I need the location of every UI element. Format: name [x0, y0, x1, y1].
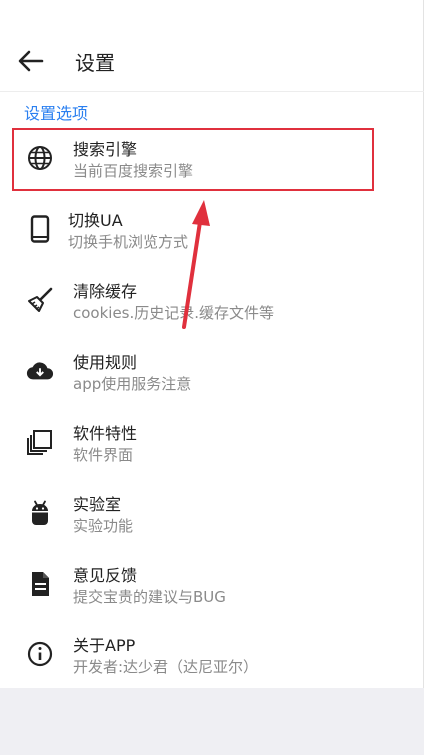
settings-item-lab[interactable]: 实验室 实验功能	[0, 485, 424, 545]
item-subtitle: 实验功能	[73, 517, 134, 535]
cloud-download-icon	[26, 357, 54, 385]
item-title: 意见反馈	[73, 566, 138, 585]
phone-icon	[26, 215, 54, 243]
arrow-left-icon	[18, 50, 44, 72]
app-bar: 设置	[0, 0, 424, 92]
globe-icon	[26, 144, 54, 172]
item-subtitle: 提交宝贵的建议与BUG	[73, 588, 226, 606]
settings-item-usage-rules[interactable]: 使用规则 app使用服务注意	[0, 343, 424, 403]
item-title: 实验室	[73, 495, 122, 514]
back-button[interactable]	[14, 44, 48, 78]
settings-sheet: 设置 设置选项 搜索引擎 当前百度搜索引擎 切换UA 切换手机浏览方式 清除缓存…	[0, 0, 424, 688]
settings-item-search-engine[interactable]: 搜索引擎 当前百度搜索引擎	[0, 130, 424, 190]
broom-icon	[26, 286, 54, 314]
page-title: 设置	[75, 51, 115, 75]
item-title: 切换UA	[68, 211, 123, 230]
item-subtitle: 当前百度搜索引擎	[73, 162, 194, 180]
item-subtitle: app使用服务注意	[73, 375, 192, 393]
item-subtitle: cookies.历史记录.缓存文件等	[73, 304, 275, 322]
settings-item-software-features[interactable]: 软件特性 软件界面	[0, 414, 424, 474]
android-icon	[26, 499, 54, 527]
item-subtitle: 切换手机浏览方式	[68, 233, 189, 251]
document-icon	[26, 570, 54, 598]
item-title: 搜索引擎	[73, 140, 138, 159]
item-title: 软件特性	[73, 424, 138, 443]
item-title: 清除缓存	[73, 282, 138, 301]
section-header: 设置选项	[24, 104, 89, 123]
settings-item-feedback[interactable]: 意见反馈 提交宝贵的建议与BUG	[0, 556, 424, 616]
info-icon	[26, 640, 54, 668]
item-title: 使用规则	[73, 353, 138, 372]
stack-icon	[26, 428, 54, 456]
settings-item-clear-cache[interactable]: 清除缓存 cookies.历史记录.缓存文件等	[0, 272, 424, 332]
item-title: 关于APP	[73, 636, 136, 655]
settings-item-about[interactable]: 关于APP 开发者:达少君（达尼亚尔）	[0, 626, 424, 686]
settings-item-switch-ua[interactable]: 切换UA 切换手机浏览方式	[0, 201, 424, 261]
item-subtitle: 软件界面	[73, 446, 134, 464]
item-subtitle: 开发者:达少君（达尼亚尔）	[73, 658, 259, 676]
